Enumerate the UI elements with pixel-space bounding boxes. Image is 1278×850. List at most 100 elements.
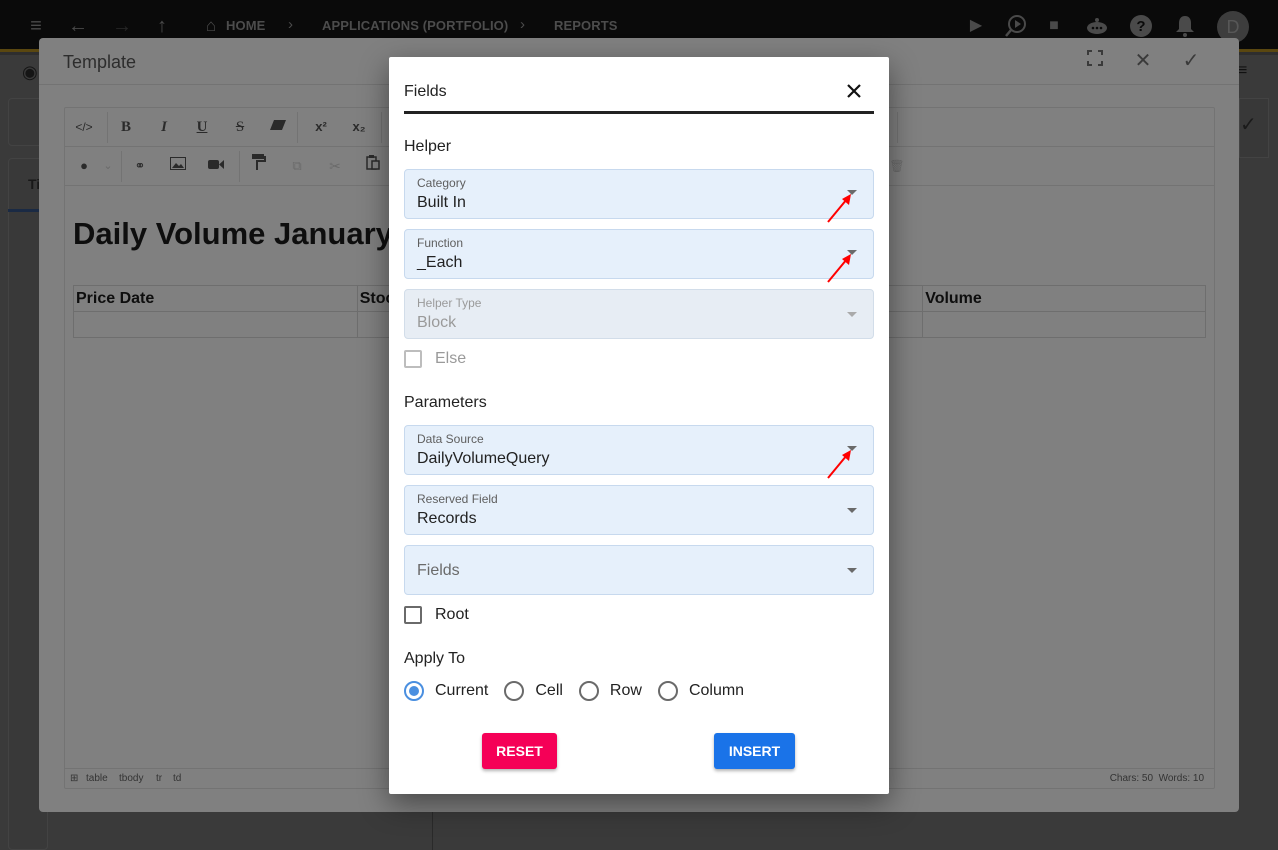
document-heading[interactable]: Daily Volume January: [73, 216, 393, 252]
char-word-count: Chars: 50 Words: 10: [1110, 773, 1204, 784]
toolbar-separator: [297, 112, 298, 143]
underline-button[interactable]: U: [189, 115, 215, 139]
italic-button[interactable]: I: [151, 115, 177, 139]
function-value: _Each: [417, 254, 463, 271]
root-checkbox-label: Root: [435, 606, 469, 623]
function-select[interactable]: Function _Each: [404, 229, 874, 279]
table-cell[interactable]: [922, 311, 1206, 338]
dropdown-caret-icon[interactable]: [847, 508, 857, 513]
fields-modal-title: Fields: [404, 83, 447, 100]
helper-type-value: Block: [417, 314, 457, 331]
subscript-button[interactable]: x₂: [346, 115, 372, 139]
path-item-td[interactable]: td: [173, 773, 181, 784]
table-header-cell[interactable]: Volume: [922, 285, 1206, 312]
notification-bell-icon[interactable]: [1173, 14, 1197, 38]
radio-label: Current: [435, 682, 489, 699]
radio-button[interactable]: [404, 681, 424, 701]
element-path-icon: ⊞: [70, 773, 79, 784]
annotation-arrow-icon: [827, 450, 851, 479]
reserved-field-value: Records: [417, 510, 477, 527]
radio-button[interactable]: [657, 681, 678, 701]
fields-select[interactable]: Fields: [404, 545, 874, 595]
help-icon[interactable]: ?: [1129, 14, 1153, 38]
reserved-field-label: Reserved Field: [417, 492, 498, 506]
copy-icon[interactable]: ⧉: [284, 154, 310, 178]
home-icon[interactable]: ⌂: [199, 14, 223, 38]
word-count: Words: 10: [1158, 773, 1204, 784]
breadcrumb-applications[interactable]: APPLICATIONS (PORTFOLIO): [322, 18, 508, 33]
format-painter-icon[interactable]: [246, 154, 272, 178]
toolbar-separator: [121, 151, 122, 182]
breadcrumb-reports[interactable]: REPORTS: [554, 18, 618, 33]
char-count: Chars: 50: [1109, 773, 1154, 784]
eye-icon: ◉: [22, 62, 38, 82]
root-checkbox-box[interactable]: [404, 606, 422, 624]
table-header-cell[interactable]: Price Date: [73, 285, 358, 312]
text-color-icon[interactable]: ●: [71, 154, 97, 178]
annotation-arrow-icon: [827, 194, 851, 223]
category-value: Built In: [417, 194, 466, 211]
source-code-button[interactable]: </>: [71, 115, 97, 139]
search-play-icon[interactable]: [1004, 14, 1028, 38]
background-check-icon: ✓: [1240, 114, 1257, 136]
forward-arrow-icon[interactable]: →: [110, 14, 134, 38]
title-underline: [404, 111, 874, 114]
dropdown-caret-icon[interactable]: [847, 568, 857, 573]
path-item-table[interactable]: table: [86, 773, 108, 784]
dropdown-caret-icon: [847, 312, 857, 317]
menu-icon[interactable]: ≡: [24, 14, 48, 38]
svg-text:?: ?: [1136, 18, 1145, 35]
back-arrow-icon[interactable]: ←: [66, 14, 90, 38]
reserved-field-select[interactable]: Reserved Field Records: [404, 485, 874, 535]
close-icon[interactable]: ✕: [1131, 49, 1155, 73]
paste-icon[interactable]: [360, 154, 386, 178]
radio-button[interactable]: [578, 681, 599, 701]
superscript-button[interactable]: x²: [308, 115, 334, 139]
data-source-select[interactable]: Data Source DailyVolumeQuery: [404, 425, 874, 475]
close-icon[interactable]: [842, 79, 866, 103]
link-icon[interactable]: ⚭: [127, 154, 153, 178]
background-divider: [432, 812, 433, 850]
breadcrumb-home[interactable]: HOME: [226, 18, 265, 33]
radio-button[interactable]: [504, 681, 525, 701]
path-item-tr[interactable]: tr: [156, 773, 162, 784]
chevron-down-icon[interactable]: ⌄: [95, 154, 121, 178]
fields-select-placeholder: Fields: [417, 562, 460, 579]
radio-column[interactable]: Column: [657, 681, 745, 701]
fields-modal: Fields Helper Category Built In Function…: [389, 57, 889, 794]
fullscreen-icon[interactable]: [1083, 49, 1107, 73]
annotation-arrow-icon: [827, 254, 851, 283]
play-icon[interactable]: ▶: [964, 14, 988, 38]
toolbar-separator: [107, 112, 108, 143]
category-select[interactable]: Category Built In: [404, 169, 874, 219]
bold-button[interactable]: B: [113, 115, 139, 139]
path-item-tbody[interactable]: tbody: [119, 773, 143, 784]
breadcrumb-separator: ›: [520, 16, 525, 33]
strikethrough-button[interactable]: S: [227, 115, 253, 139]
cut-icon[interactable]: ✂: [322, 154, 348, 178]
radio-row[interactable]: Row: [578, 681, 642, 701]
toolbar-separator: [897, 112, 898, 143]
eraser-icon[interactable]: [265, 115, 291, 139]
else-checkbox-box: [404, 350, 422, 368]
table-cell[interactable]: [73, 311, 358, 338]
radio-label: Cell: [535, 682, 563, 699]
video-icon[interactable]: [203, 154, 229, 178]
radio-label: Column: [688, 682, 745, 699]
insert-button[interactable]: INSERT: [714, 733, 795, 769]
image-icon[interactable]: [165, 154, 191, 178]
root-checkbox[interactable]: Root: [404, 606, 469, 624]
helper-type-label: Helper Type: [417, 296, 482, 310]
up-arrow-icon[interactable]: ↑: [150, 14, 174, 38]
background-menu-icon: ≡: [1238, 62, 1248, 79]
apply-to-radio-group: Current Cell Row Column: [404, 681, 760, 701]
radio-label: Row: [609, 682, 642, 699]
chatbot-icon[interactable]: [1085, 14, 1109, 38]
check-icon[interactable]: ✓: [1179, 49, 1203, 73]
apply-to-section-label: Apply To: [404, 650, 466, 667]
radio-cell[interactable]: Cell: [504, 681, 563, 701]
radio-current[interactable]: Current: [404, 681, 488, 701]
stop-icon[interactable]: ■: [1042, 14, 1066, 38]
reset-button[interactable]: RESET: [482, 733, 557, 769]
breadcrumb-separator: ›: [288, 16, 293, 33]
